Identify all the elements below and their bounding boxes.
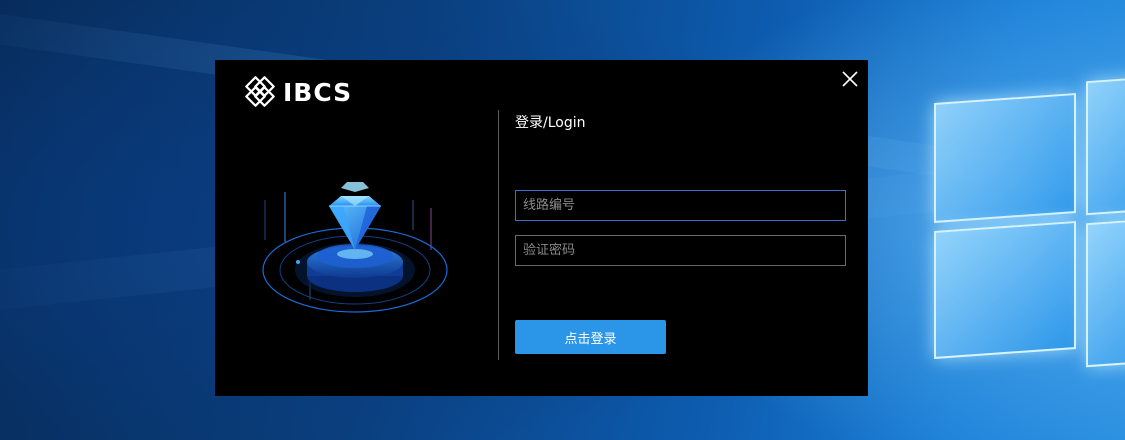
brand-name: IBCS [283,77,353,107]
password-input[interactable] [515,235,846,266]
line-number-input[interactable] [515,190,846,221]
windows-logo-pane [934,221,1076,359]
login-dialog: IBCS 登录/Login 线路编号 点击登录 [215,60,868,396]
brand-logo: IBCS [243,76,352,108]
windows-logo-pane [934,93,1076,223]
login-button[interactable]: 点击登录 [515,320,666,354]
windows-logo-pane [1086,74,1125,216]
login-title: 登录/Login [515,115,586,131]
diamond-platform-icon [262,182,448,313]
knot-logo-icon [245,76,275,107]
windows-logo-pane [1086,216,1125,368]
close-icon[interactable] [839,68,861,90]
windows-logo [930,70,1125,370]
vertical-divider [498,110,499,360]
